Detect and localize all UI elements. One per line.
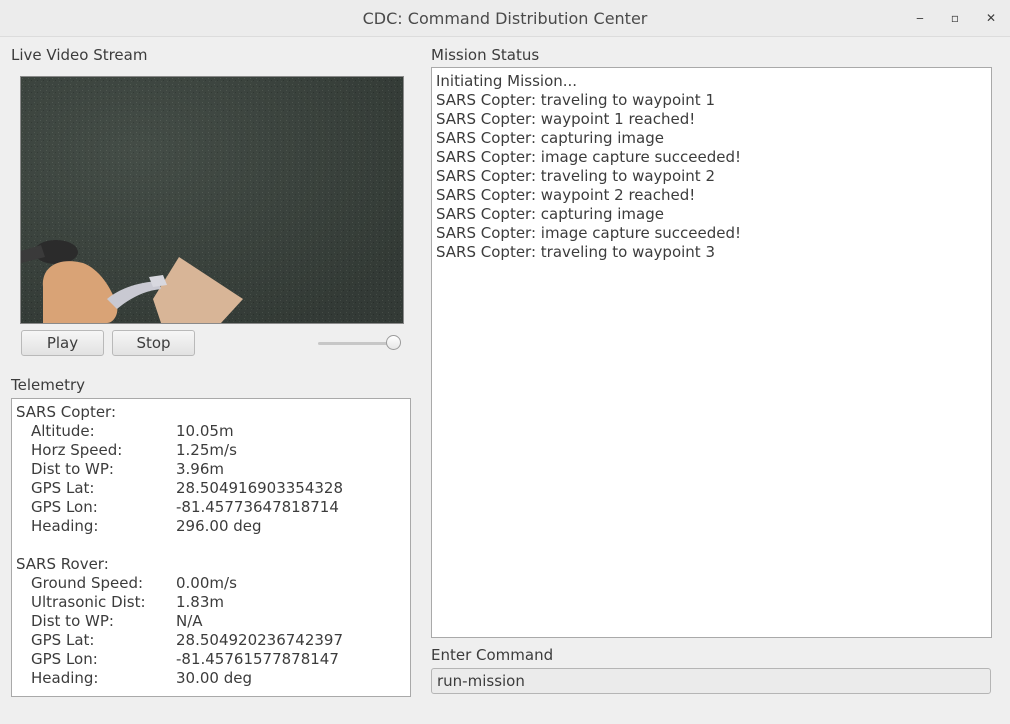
video-frame-image: [21, 77, 403, 323]
command-label: Enter Command: [431, 646, 554, 664]
log-line: SARS Copter: waypoint 2 reached!: [436, 186, 696, 204]
telemetry-value: N/A: [176, 612, 203, 630]
stop-button[interactable]: Stop: [112, 330, 195, 356]
telemetry-key: GPS Lon:: [31, 650, 98, 668]
log-line: SARS Copter: traveling to waypoint 2: [436, 167, 715, 185]
telemetry-section-label: Telemetry: [11, 376, 86, 394]
telemetry-value: -81.45761577878147: [176, 650, 339, 668]
log-line: Initiating Mission...: [436, 72, 578, 90]
telemetry-value: 1.83m: [176, 593, 225, 611]
telemetry-value: 30.00 deg: [176, 669, 252, 687]
telemetry-value: 28.504916903354328: [176, 479, 344, 497]
log-line: SARS Copter: waypoint 1 reached!: [436, 110, 696, 128]
telemetry-key: Dist to WP:: [31, 460, 114, 478]
telemetry-value: 28.504920236742397: [176, 631, 344, 649]
volume-slider-track[interactable]: [318, 342, 394, 345]
telemetry-key: Ultrasonic Dist:: [31, 593, 146, 611]
telemetry-key: Heading:: [31, 517, 99, 535]
video-stream[interactable]: [20, 76, 404, 324]
minimize-icon[interactable]: ‒: [912, 10, 928, 26]
log-line: SARS Copter: capturing image: [436, 129, 664, 147]
mission-status-log[interactable]: Initiating Mission... SARS Copter: trave…: [431, 67, 992, 638]
rover-heading: SARS Rover:: [16, 555, 109, 573]
log-line: SARS Copter: traveling to waypoint 1: [436, 91, 715, 109]
log-line: SARS Copter: traveling to waypoint 3: [436, 243, 715, 261]
telemetry-panel: SARS Copter: Altitude: 10.05m Horz Speed…: [11, 398, 411, 697]
telemetry-value: 0.00m/s: [176, 574, 237, 592]
telemetry-key: Horz Speed:: [31, 441, 123, 459]
telemetry-value: -81.45773647818714: [176, 498, 339, 516]
close-icon[interactable]: ✕: [983, 10, 999, 26]
maximize-icon[interactable]: ▫: [947, 10, 963, 26]
telemetry-value: 10.05m: [176, 422, 234, 440]
mission-section-label: Mission Status: [431, 46, 540, 64]
telemetry-key: Altitude:: [31, 422, 95, 440]
volume-slider-handle[interactable]: [386, 335, 401, 350]
log-line: SARS Copter: image capture succeeded!: [436, 148, 742, 166]
telemetry-key: Ground Speed:: [31, 574, 144, 592]
telemetry-value: 3.96m: [176, 460, 225, 478]
copter-heading: SARS Copter:: [16, 403, 117, 421]
telemetry-key: Heading:: [31, 669, 99, 687]
window-title: CDC: Command Distribution Center: [362, 9, 648, 28]
log-line: SARS Copter: image capture succeeded!: [436, 224, 742, 242]
command-input[interactable]: [431, 668, 991, 694]
telemetry-value: 1.25m/s: [176, 441, 237, 459]
log-line: SARS Copter: capturing image: [436, 205, 664, 223]
telemetry-value: 296.00 deg: [176, 517, 262, 535]
telemetry-key: GPS Lat:: [31, 479, 95, 497]
title-bar: CDC: Command Distribution Center ‒ ▫ ✕: [0, 0, 1010, 37]
telemetry-key: GPS Lon:: [31, 498, 98, 516]
telemetry-key: Dist to WP:: [31, 612, 114, 630]
telemetry-key: GPS Lat:: [31, 631, 95, 649]
video-section-label: Live Video Stream: [11, 46, 148, 64]
play-button[interactable]: Play: [21, 330, 104, 356]
